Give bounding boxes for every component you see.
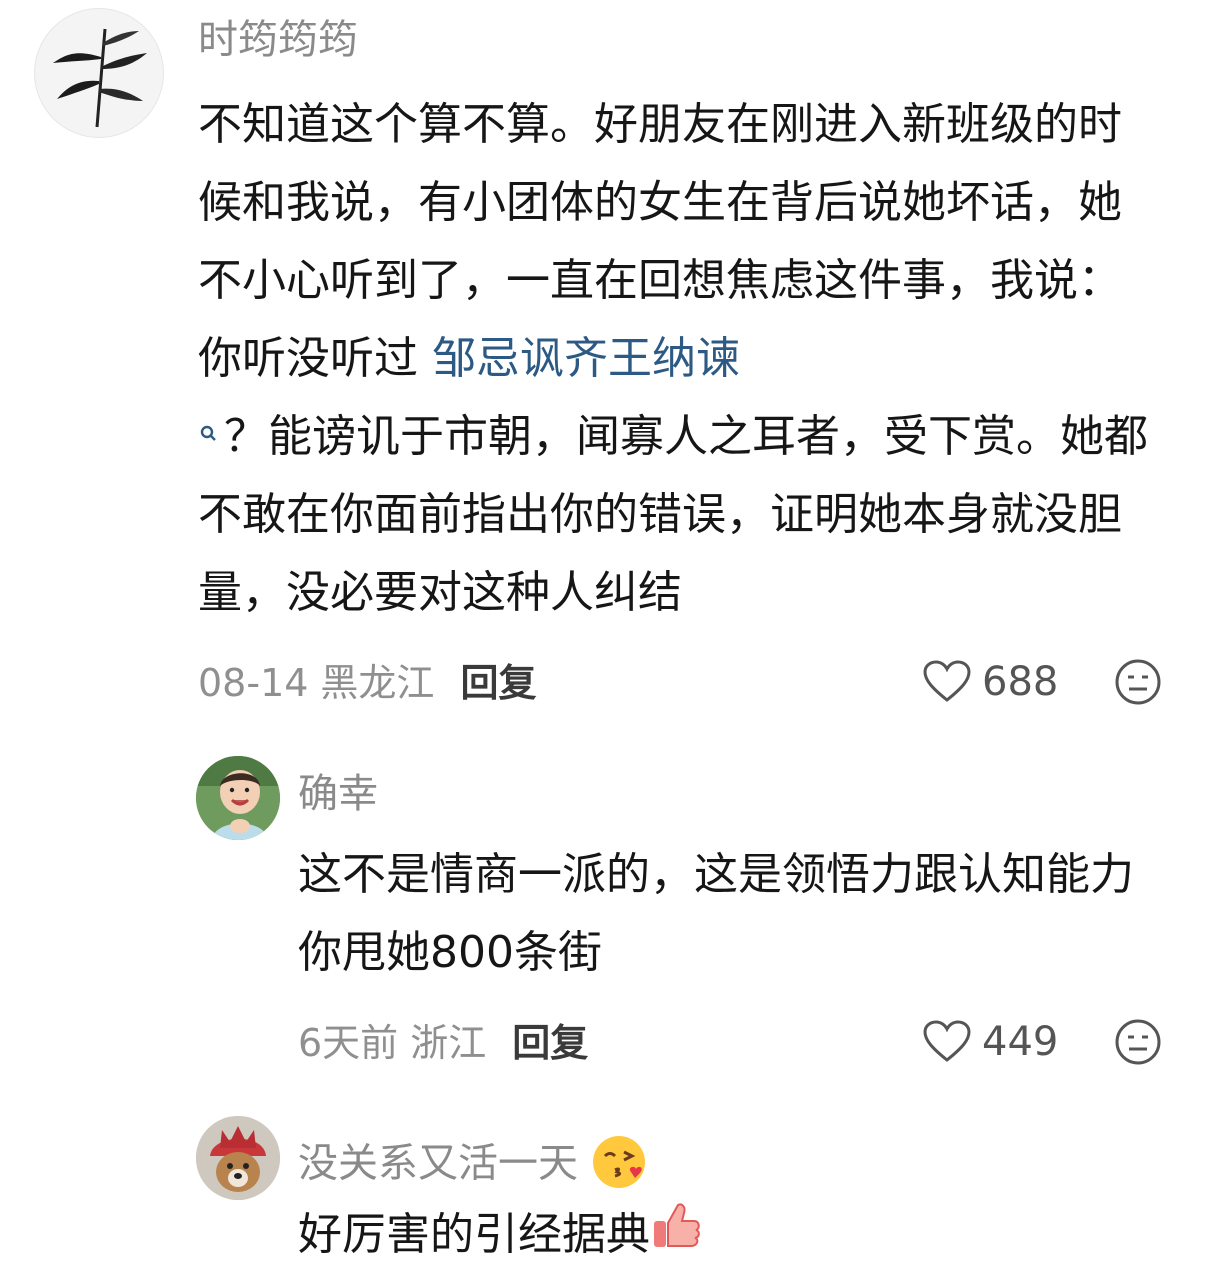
comment-text: 好厉害的引经据典 <box>298 1196 1166 1276</box>
reply-button[interactable]: 回复 <box>460 661 536 705</box>
neutral-face-icon <box>1115 659 1161 705</box>
like-button[interactable]: 449 <box>922 1020 1058 1064</box>
heart-icon <box>923 1020 971 1062</box>
comment-text: 不知道这个算不算。好朋友在刚进入新班级的时候和我说，有小团体的女生在背后说她坏话… <box>198 86 1160 632</box>
dislike-button[interactable] <box>1114 1018 1162 1070</box>
username-text: 没关系又活一天 <box>298 1140 578 1187</box>
avatar-dog-photo[interactable] <box>196 1116 280 1200</box>
search-link[interactable]: 邹忌讽齐王纳谏 <box>432 333 740 384</box>
dog-photo-icon <box>196 1116 280 1200</box>
neutral-face-icon <box>1115 1019 1161 1065</box>
comment-location: 浙江 <box>410 1021 487 1065</box>
comment-username[interactable]: 确幸 <box>298 774 378 814</box>
kiss-face-emoji-icon <box>591 1134 647 1197</box>
comment-text-part: 好厉害的引经据典 <box>298 1209 650 1260</box>
like-count: 688 <box>982 659 1059 705</box>
comment-username[interactable]: 没关系又活一天 <box>298 1134 647 1197</box>
comment-meta: 08-14 黑龙江 回复 <box>198 664 536 702</box>
comment-username[interactable]: 时筠筠筠 <box>198 20 358 60</box>
comment-text-part: ？能谤讥于市朝，闻寡人之耳者，受下赏。她都不敢在你面前指出你的错误，证明她本身就… <box>198 411 1148 618</box>
bamboo-ink-icon <box>53 28 147 128</box>
comment-date: 08-14 <box>198 661 309 705</box>
thumbs-up-emoji-icon <box>650 1198 702 1276</box>
heart-icon <box>923 660 971 702</box>
avatar-child-photo[interactable] <box>196 756 280 840</box>
search-icon[interactable] <box>198 398 218 476</box>
comment-text: 这不是情商一派的，这是领悟力跟认知能力你甩她800条街 <box>298 849 1134 978</box>
avatar-ink-bamboo[interactable] <box>34 8 164 138</box>
comment-meta: 6天前 浙江 回复 <box>298 1024 588 1062</box>
like-count: 449 <box>982 1019 1059 1065</box>
like-button[interactable]: 688 <box>922 660 1058 704</box>
dislike-button[interactable] <box>1114 658 1162 710</box>
comment-location: 黑龙江 <box>320 661 435 705</box>
reply-button[interactable]: 回复 <box>512 1021 588 1065</box>
child-photo-icon <box>196 756 280 840</box>
comment-date: 6天前 <box>298 1021 399 1065</box>
